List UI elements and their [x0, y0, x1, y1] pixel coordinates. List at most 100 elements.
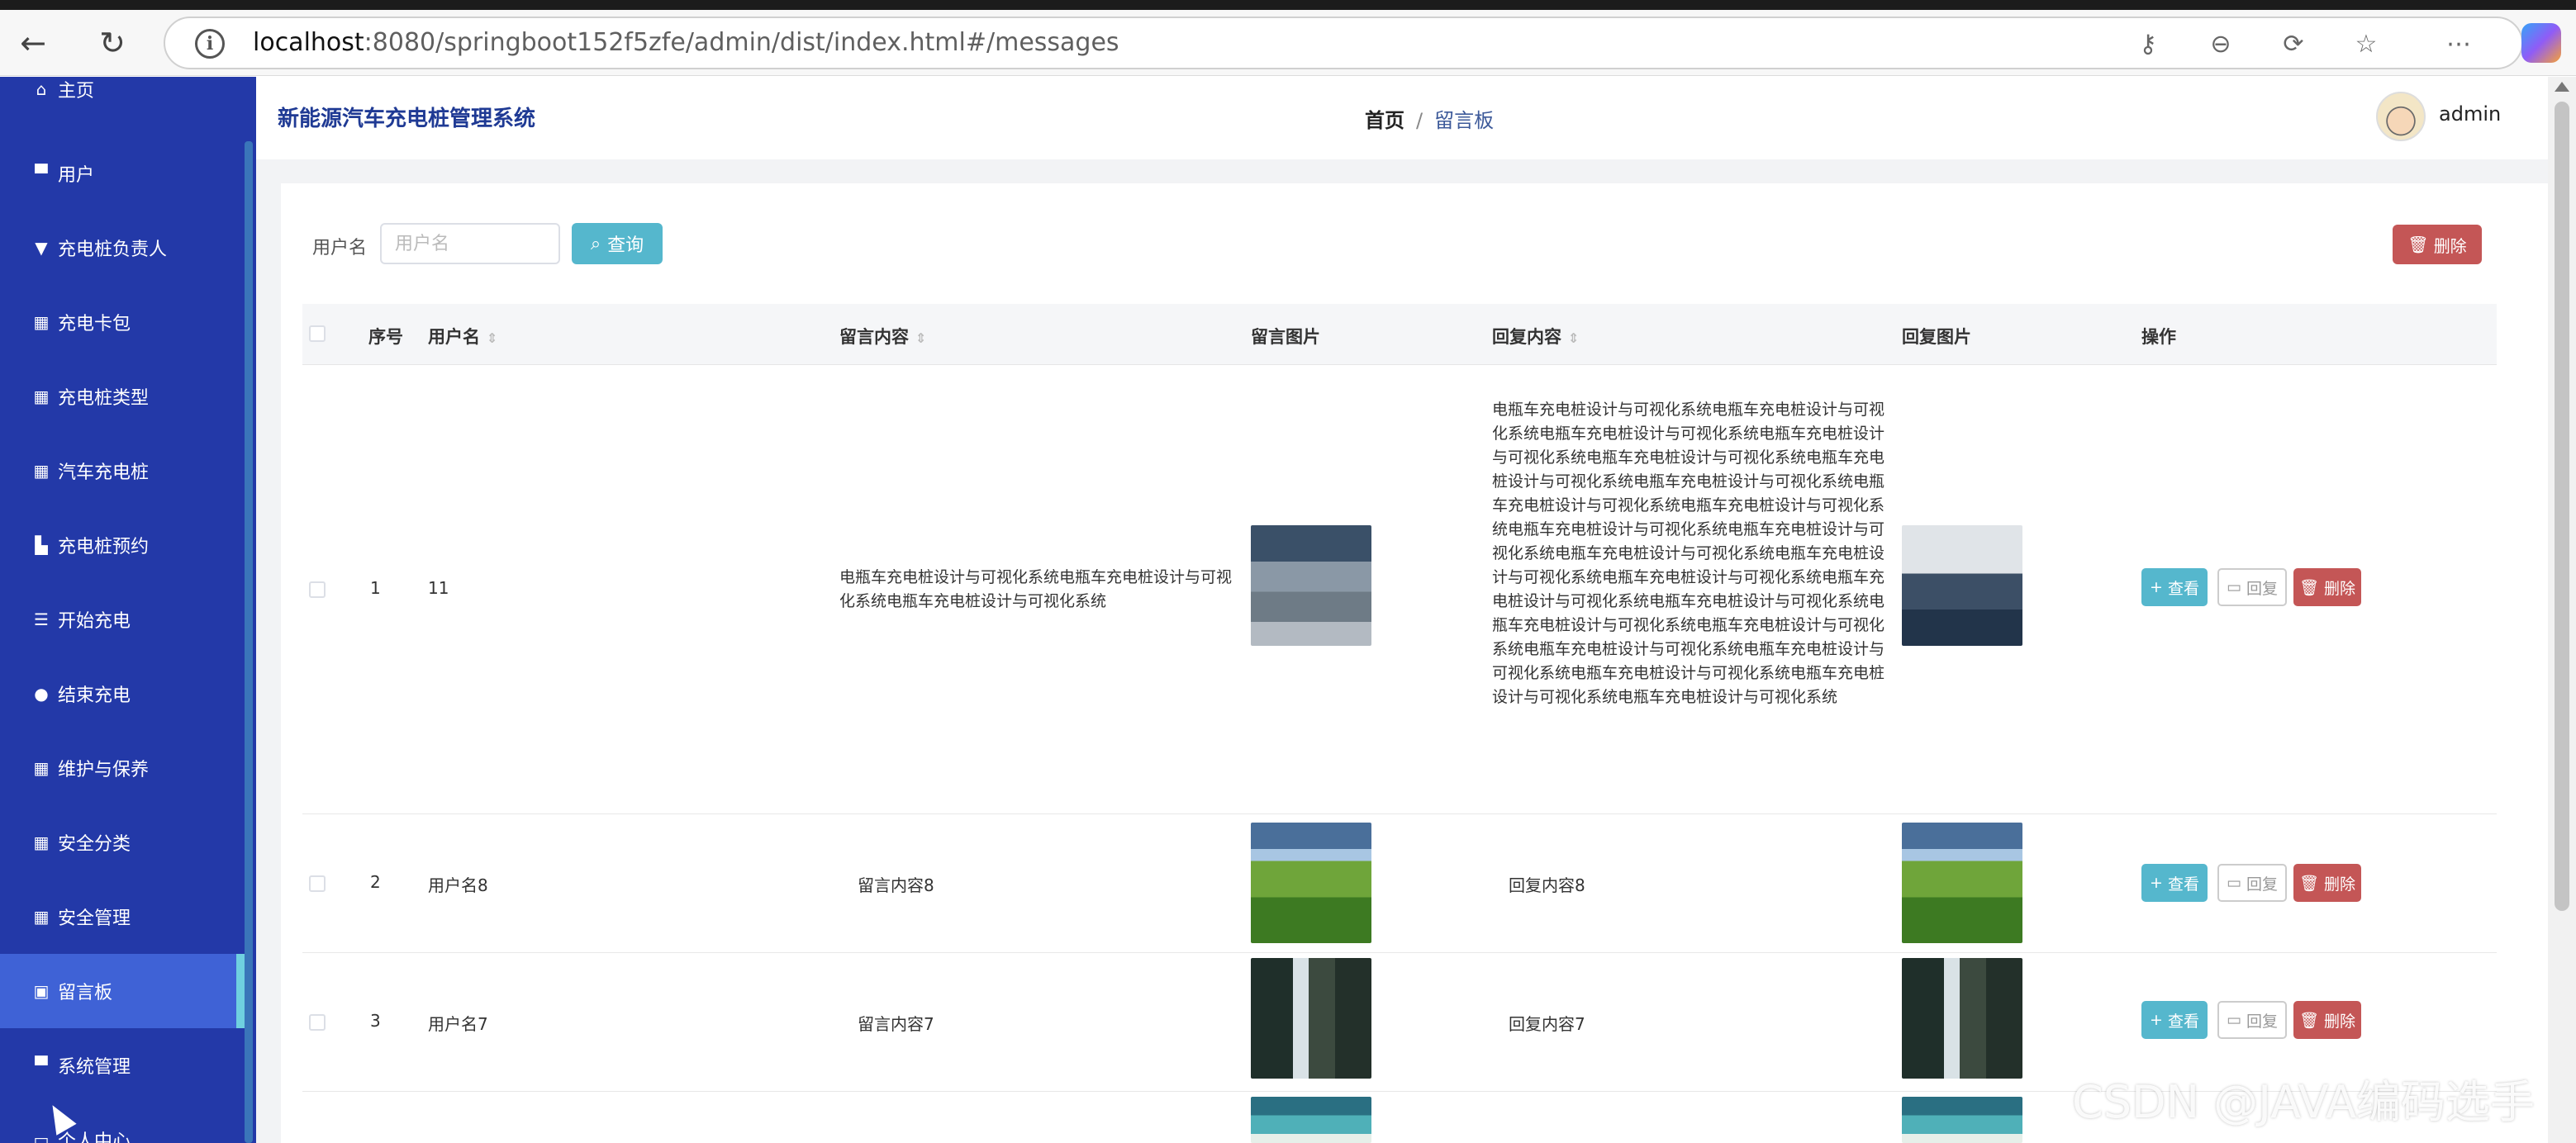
sidebar-item-label: 安全管理 — [58, 908, 131, 929]
sidebar-item-car-charger[interactable]: ▦ 汽车充电桩 — [0, 434, 245, 508]
sidebar-item-safety[interactable]: ▦ 安全管理 — [0, 880, 245, 954]
site-info-icon[interactable]: i — [195, 29, 225, 59]
chat-icon: ▭ — [2227, 874, 2241, 892]
sort-icon[interactable]: ⇕ — [915, 330, 926, 346]
reply-button[interactable]: ▭ 回复 — [2217, 1001, 2287, 1039]
favorite-star-icon[interactable]: ☆ — [2350, 28, 2383, 61]
username-filter-label: 用户名 — [312, 238, 368, 258]
row-checkbox[interactable] — [309, 1014, 326, 1031]
app-header: 新能源汽车充电桩管理系统 首页 / 留言板 admin — [256, 77, 2548, 159]
trash-icon: 🗑 — [2298, 1011, 2320, 1030]
sidebar-item-start-charge[interactable]: ☰ 开始充电 — [0, 582, 245, 657]
view-button[interactable]: + 查看 — [2141, 568, 2208, 606]
row-message-image[interactable] — [1251, 1097, 1371, 1143]
col-reply-label: 回复内容 — [1492, 327, 1561, 347]
delete-button-label: 删除 — [2324, 1012, 2356, 1031]
col-message-image: 留言图片 — [1251, 327, 1320, 347]
sidebar-item-maintenance[interactable]: ▦ 维护与保养 — [0, 731, 245, 805]
sidebar-item-label: 用户 — [58, 165, 95, 186]
user-icon: ▀ — [35, 164, 48, 183]
back-icon[interactable]: ← — [12, 21, 55, 64]
row-reply-image[interactable] — [1902, 958, 2022, 1079]
address-url[interactable]: localhost:8080/springboot152f5zfe/admin/… — [253, 18, 1119, 68]
manager-icon: ▼ — [35, 238, 48, 258]
plus-icon: + — [2150, 874, 2163, 892]
key-icon[interactable]: ⚷ — [2132, 28, 2165, 61]
chat-icon: ▭ — [2227, 578, 2241, 596]
batch-delete-button[interactable]: 🗑 删除 — [2393, 225, 2482, 264]
more-menu-icon[interactable]: ⋯ — [2442, 28, 2475, 61]
select-all-checkbox[interactable] — [309, 325, 326, 342]
row-message-image[interactable] — [1251, 958, 1371, 1079]
sidebar-scrollbar[interactable] — [245, 141, 253, 1143]
row-checkbox[interactable] — [309, 875, 326, 892]
table-row: 1 11 电瓶车充电桩设计与可视化系统电瓶车充电桩设计与可视化系统电瓶车充电桩设… — [302, 365, 2497, 814]
row-message-image[interactable] — [1251, 823, 1371, 943]
sidebar-item-label: 结束充电 — [58, 685, 131, 706]
row-checkbox[interactable] — [309, 581, 326, 598]
breadcrumb: 首页 / 留言板 — [1365, 104, 1494, 133]
grid-icon: ▦ — [33, 758, 50, 778]
batch-delete-label: 删除 — [2433, 235, 2467, 256]
col-reply[interactable]: 回复内容 ⇕ — [1492, 324, 1579, 349]
sort-icon[interactable]: ⇕ — [1568, 330, 1579, 346]
zoom-out-icon[interactable]: ⊖ — [2204, 28, 2237, 61]
sidebar-item-safety-category[interactable]: ▦ 安全分类 — [0, 805, 245, 880]
sidebar-item-manager[interactable]: ▼ 充电桩负责人 — [0, 211, 245, 285]
url-path: :8080/springboot152f5zfe/admin/dist/inde… — [364, 28, 1119, 57]
query-button-label: 查询 — [607, 235, 644, 256]
translate-icon[interactable]: ⟳ — [2277, 28, 2310, 61]
sort-icon[interactable]: ⇕ — [487, 330, 497, 346]
watermark: CSDN @JAVA编码选手 — [2072, 1076, 2536, 1128]
row-reply-image[interactable] — [1902, 1097, 2022, 1143]
row-reply-image[interactable] — [1902, 525, 2022, 646]
scroll-up-icon[interactable] — [2555, 82, 2569, 92]
address-bar[interactable]: i localhost:8080/springboot152f5zfe/admi… — [164, 17, 2523, 69]
breadcrumb-home[interactable]: 首页 — [1365, 109, 1404, 132]
delete-button[interactable]: 🗑 删除 — [2293, 568, 2361, 606]
col-username-label: 用户名 — [428, 327, 480, 347]
view-button[interactable]: + 查看 — [2141, 1001, 2208, 1039]
delete-button[interactable]: 🗑 删除 — [2293, 1001, 2361, 1039]
sidebar-item-home[interactable]: ⌂ 主页 — [0, 77, 245, 126]
sidebar-item-reservation[interactable]: ▙ 充电桩预约 — [0, 508, 245, 582]
row-message: 留言内容8 — [858, 875, 934, 895]
sidebar-item-label: 留言板 — [58, 983, 113, 1003]
sidebar-item-label: 安全分类 — [58, 834, 131, 855]
reply-button[interactable]: ▭ 回复 — [2217, 864, 2287, 902]
sidebar-item-label: 汽车充电桩 — [58, 462, 150, 483]
sidebar-item-messages[interactable]: ▣ 留言板 — [0, 954, 245, 1028]
username[interactable]: admin — [2439, 102, 2501, 126]
copilot-icon[interactable] — [2521, 23, 2561, 63]
system-title: 新能源汽车充电桩管理系统 — [278, 107, 536, 131]
reply-button-label: 回复 — [2246, 875, 2278, 894]
row-reply-image[interactable] — [1902, 823, 2022, 943]
col-message[interactable]: 留言内容 ⇕ — [839, 324, 926, 349]
delete-button[interactable]: 🗑 删除 — [2293, 864, 2361, 902]
view-button[interactable]: + 查看 — [2141, 864, 2208, 902]
sidebar: ⌂ 主页 ▀ 用户 ▼ 充电桩负责人 ▦ 充电卡包 ▦ 充电桩类型 ▦ 汽车充电桩 ▙ 充电桩… — [0, 77, 256, 1143]
query-button[interactable]: ⌕ 查询 — [572, 223, 663, 264]
sidebar-item-system[interactable]: ▀ 系统管理 — [0, 1028, 245, 1103]
sidebar-item-users[interactable]: ▀ 用户 — [0, 136, 245, 211]
sidebar-item-label: 个人中心 — [58, 1131, 131, 1143]
row-message-image[interactable] — [1251, 525, 1371, 646]
sidebar-item-profile[interactable]: ▭ 个人中心 — [0, 1103, 245, 1143]
reload-icon[interactable]: ↻ — [91, 21, 134, 64]
avatar[interactable] — [2376, 92, 2426, 141]
view-button-label: 查看 — [2167, 1012, 2199, 1031]
scrollbar-thumb[interactable] — [2555, 102, 2569, 911]
breadcrumb-current: 留言板 — [1434, 109, 1495, 132]
sidebar-item-card[interactable]: ▦ 充电卡包 — [0, 285, 245, 359]
row-index: 3 — [370, 1011, 381, 1031]
page-scrollbar[interactable] — [2548, 77, 2576, 1143]
row-username: 用户名8 — [428, 875, 488, 895]
sidebar-item-charger-type[interactable]: ▦ 充电桩类型 — [0, 359, 245, 434]
username-search-input[interactable] — [380, 223, 560, 264]
reply-button[interactable]: ▭ 回复 — [2217, 568, 2287, 606]
col-username[interactable]: 用户名 ⇕ — [428, 324, 497, 349]
sidebar-item-end-charge[interactable]: ● 结束充电 — [0, 657, 245, 731]
delete-button-label: 删除 — [2324, 875, 2356, 894]
grid-icon: ▦ — [33, 312, 50, 332]
delete-button-label: 删除 — [2324, 579, 2356, 598]
